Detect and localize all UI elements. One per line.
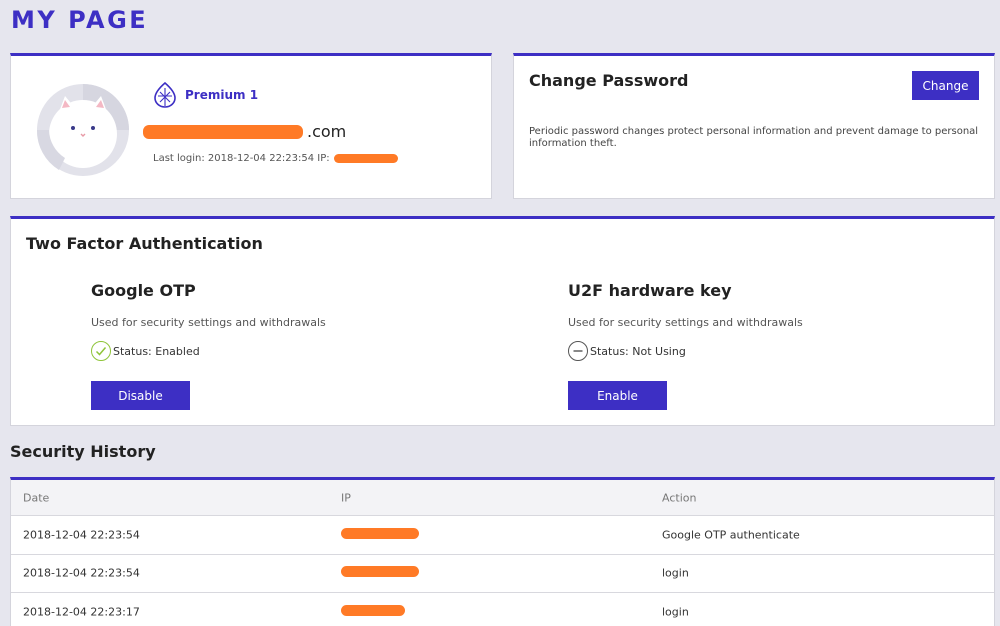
redacted-ip (333, 154, 398, 163)
row-action: login (662, 566, 689, 580)
redacted-ip (341, 604, 405, 616)
table-row: 2018-12-04 22:23:54 login (11, 555, 994, 593)
two-factor-card: Two Factor Authentication Google OTP Use… (10, 216, 995, 426)
method-description: Used for security settings and withdrawa… (91, 316, 326, 329)
column-ip: IP (341, 491, 351, 504)
column-date: Date (23, 491, 50, 504)
disable-otp-button[interactable]: Disable (91, 381, 190, 410)
two-factor-title: Two Factor Authentication (26, 234, 263, 253)
redacted-email (143, 124, 303, 139)
avatar (35, 82, 131, 178)
method-name: U2F hardware key (568, 281, 732, 300)
change-password-card: Change Password Change Periodic password… (513, 53, 995, 199)
profile-card: Premium 1 .com Last login: 2018-12-04 22… (10, 53, 492, 199)
change-password-title: Change Password (529, 71, 689, 90)
google-otp-section: Google OTP Used for security settings an… (91, 281, 391, 410)
table-row: 2018-12-04 22:23:54 Google OTP authentic… (11, 516, 994, 555)
row-date: 2018-12-04 22:23:17 (23, 605, 140, 619)
redacted-ip (341, 527, 419, 539)
method-name: Google OTP (91, 281, 196, 300)
u2f-section: U2F hardware key Used for security setti… (568, 281, 868, 410)
tier-label: Premium 1 (185, 88, 259, 102)
membership-tier: Premium 1 (153, 82, 258, 108)
security-history-table: Date IP Action 2018-12-04 22:23:54 Googl… (10, 477, 995, 626)
check-circle-icon (91, 341, 111, 361)
row-ip (341, 604, 405, 619)
method-description: Used for security settings and withdrawa… (568, 316, 803, 329)
enable-u2f-button[interactable]: Enable (568, 381, 667, 410)
row-ip (341, 527, 419, 542)
row-action: login (662, 605, 689, 619)
row-date: 2018-12-04 22:23:54 (23, 566, 140, 580)
gem-icon (154, 82, 176, 108)
email-suffix: .com (307, 122, 347, 141)
table-row: 2018-12-04 22:23:17 login (11, 593, 994, 626)
row-date: 2018-12-04 22:23:54 (23, 528, 140, 542)
row-action: Google OTP authenticate (662, 528, 800, 542)
last-login: Last login: 2018-12-04 22:23:54 IP: (153, 153, 398, 164)
row-ip (341, 566, 419, 580)
last-login-label: Last login: 2018-12-04 22:23:54 IP: (153, 153, 330, 164)
status-text: Status: Not Using (590, 344, 686, 358)
change-password-button[interactable]: Change (912, 71, 979, 100)
table-header: Date IP Action (11, 480, 994, 516)
page-title: MY PAGE (11, 6, 149, 34)
security-history-title: Security History (10, 442, 156, 461)
method-status: Status: Not Using (568, 341, 868, 361)
redacted-ip (341, 566, 419, 578)
change-password-description: Periodic password changes protect person… (529, 126, 979, 149)
minus-circle-icon (568, 341, 588, 361)
method-status: Status: Enabled (91, 341, 391, 361)
status-text: Status: Enabled (113, 344, 200, 358)
column-action: Action (662, 491, 697, 504)
account-email: .com (143, 122, 346, 141)
